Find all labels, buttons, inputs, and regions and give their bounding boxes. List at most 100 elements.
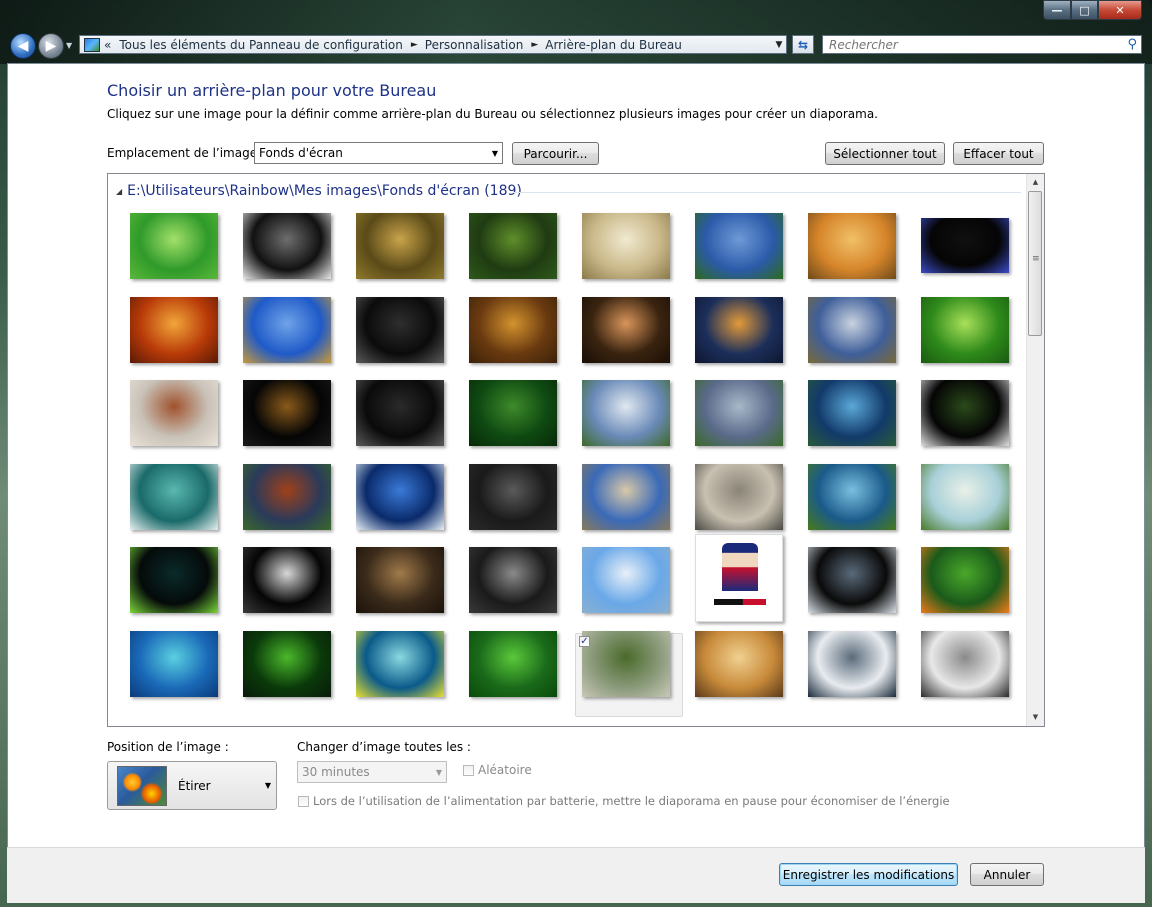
wallpaper-thumbnail-sunset-field[interactable]: [695, 630, 783, 697]
page-title: Choisir un arrière-plan pour votre Burea…: [107, 81, 437, 100]
search-box[interactable]: ⚲: [822, 35, 1142, 54]
wallpaper-thumbnail-dark-speakers[interactable]: [356, 296, 444, 363]
refresh-icon: ⇆: [797, 37, 809, 52]
wallpaper-thumbnail-house-on-hill[interactable]: [808, 463, 896, 530]
wallpaper-thumbnail-windows-frame-dark[interactable]: [808, 547, 896, 613]
select-all-button[interactable]: Sélectionner tout: [825, 142, 945, 165]
wallpaper-thumbnail-battle-scene[interactable]: [356, 547, 444, 613]
search-icon[interactable]: ⚲: [1127, 37, 1137, 52]
wallpaper-thumbnail-light-figure[interactable]: [243, 213, 331, 279]
control-panel-icon: [84, 37, 100, 52]
wallpaper-thumbnail-audio-jungle[interactable]: [356, 380, 444, 446]
wallpaper-thumbnail-birch-forest[interactable]: [582, 213, 670, 279]
wallpaper-thumbnail-yosemite-valley[interactable]: [695, 380, 783, 446]
wallpaper-thumbnail-cloudy-road[interactable]: [808, 296, 896, 363]
wallpaper-thumbnail-hazy-city[interactable]: [695, 463, 783, 530]
wallpaper-thumbnail-desert-plain[interactable]: [582, 463, 670, 530]
forward-arrow-icon: ▶: [45, 38, 57, 54]
refresh-button[interactable]: ⇆: [792, 35, 814, 54]
breadcrumb-all-items[interactable]: Tous les éléments du Panneau de configur…: [119, 38, 411, 52]
folder-path: E:\Utilisateurs\Rainbow\Mes images\Fonds…: [127, 183, 522, 199]
forward-button[interactable]: ▶: [38, 33, 64, 59]
wallpaper-thumbnail-jungle-giraffe[interactable]: [243, 380, 331, 446]
wallpaper-thumbnail-barn-field[interactable]: [695, 213, 783, 279]
cancel-button[interactable]: Annuler: [970, 863, 1044, 886]
save-button[interactable]: Enregistrer les modifications: [779, 863, 958, 886]
wallpaper-thumbnail-wheat-sunset[interactable]: [808, 213, 896, 279]
wallpaper-thumbnail-soldier-helmet[interactable]: [469, 547, 557, 613]
thumbnail-checkbox[interactable]: ✓: [579, 636, 590, 647]
shuffle-checkbox[interactable]: [463, 765, 474, 776]
wallpaper-thumbnail-jungle-canopy[interactable]: [469, 380, 557, 446]
wallpaper-thumbnail-autumn-forest-path[interactable]: [356, 213, 444, 279]
scroll-up-icon[interactable]: ▲: [1027, 174, 1044, 191]
collapse-triangle-icon[interactable]: ◢: [116, 187, 122, 196]
page-description: Cliquez sur une image pour la définir co…: [107, 107, 878, 121]
chevron-down-icon: ▼: [491, 148, 499, 158]
wallpaper-thumbnail-snowy-mountains[interactable]: [582, 547, 670, 613]
wallpaper-thumbnail-autumn-trees[interactable]: [469, 296, 557, 363]
address-bar[interactable]: « Tous les éléments du Panneau de config…: [79, 35, 787, 54]
breadcrumb-separator[interactable]: ►: [411, 40, 425, 50]
wallpaper-thumbnail-boat-teal-water[interactable]: [130, 463, 218, 530]
wallpaper-thumbnail-field-blue-sky[interactable]: [243, 296, 331, 363]
maximize-button[interactable]: □: [1071, 0, 1098, 20]
back-button[interactable]: ◀: [10, 33, 36, 59]
wallpaper-thumbnail-sports-car[interactable]: [243, 547, 331, 613]
breadcrumb-overflow[interactable]: «: [104, 38, 119, 52]
wallpaper-thumbnail-white-wolf[interactable]: [921, 630, 1009, 697]
position-preview-image: [117, 765, 167, 806]
wallpaper-thumbnail-green-leaf[interactable]: [921, 296, 1009, 363]
wallpaper-thumbnail-forest-stream[interactable]: [469, 213, 557, 279]
location-label: Emplacement de l’image :: [107, 146, 265, 160]
wallpaper-thumbnail-red-soil-field[interactable]: [243, 463, 331, 530]
folder-group-header[interactable]: ◢ E:\Utilisateurs\Rainbow\Mes images\Fon…: [116, 183, 522, 199]
battery-pause-checkbox[interactable]: [298, 796, 309, 807]
wallpaper-thumbnail-fiery-cliff[interactable]: [130, 296, 218, 363]
wallpaper-thumbnail-ball-field[interactable]: [921, 380, 1009, 446]
interval-label: Changer d’image toutes les :: [297, 740, 471, 754]
wallpaper-thumbnail-uncle-sam[interactable]: [695, 534, 783, 622]
scrollbar-thumb[interactable]: [1028, 191, 1042, 336]
location-select[interactable]: Fonds d'écran ▼: [254, 142, 503, 164]
wallpaper-thumbnail-abandoned-cottage[interactable]: [582, 630, 670, 697]
close-button[interactable]: ✕: [1098, 0, 1142, 20]
wallpaper-thumbnail-silhouette-plants[interactable]: [582, 296, 670, 363]
minimize-button[interactable]: —: [1043, 0, 1071, 20]
wallpaper-thumbnail-blue-flower-dark[interactable]: [921, 218, 1009, 273]
breadcrumb-personalization[interactable]: Personnalisation: [425, 38, 532, 52]
wallpaper-thumbnail-aqua-light-rays[interactable]: [130, 630, 218, 697]
window-controls: — □ ✕: [1043, 0, 1142, 20]
wallpaper-thumbnail-windows-frame-light[interactable]: [808, 630, 896, 697]
recent-pages-dropdown[interactable]: ▼: [66, 41, 72, 50]
search-input[interactable]: [823, 36, 1121, 53]
interval-select[interactable]: 30 minutes ▼: [297, 761, 447, 783]
uncle-sam-figure: [722, 543, 758, 591]
wallpaper-thumbnail-tree-blue-lake[interactable]: [808, 380, 896, 446]
breadcrumb-separator[interactable]: ►: [531, 40, 545, 50]
wallpaper-thumbnail-mountain-valley[interactable]: [582, 380, 670, 446]
poster-caption-bar: [714, 599, 766, 605]
wallpaper-thumbnail-mountain-lake-reflection[interactable]: [356, 463, 444, 530]
wallpaper-thumbnail-dark-city[interactable]: [469, 463, 557, 530]
wallpaper-thumbnail-lake-sunset[interactable]: [695, 296, 783, 363]
gallery-scrollbar[interactable]: ▲ ▼: [1026, 174, 1044, 726]
wallpaper-thumbnail-old-house-grass[interactable]: [921, 463, 1009, 530]
address-dropdown-icon[interactable]: ▼: [772, 40, 786, 50]
breadcrumb-desktop-background[interactable]: Arrière-plan du Bureau: [545, 38, 690, 52]
position-select[interactable]: Étirer ▼: [107, 761, 277, 810]
chevron-down-icon: ▼: [264, 781, 271, 790]
wallpaper-thumbnail-leaf-water-drops[interactable]: [243, 630, 331, 697]
scroll-down-icon[interactable]: ▼: [1027, 709, 1044, 726]
wallpaper-thumbnail-vista-aurora[interactable]: [356, 630, 444, 697]
wallpaper-thumbnail-green-emblem[interactable]: [130, 213, 218, 279]
back-arrow-icon: ◀: [17, 38, 29, 54]
clear-all-button[interactable]: Effacer tout: [953, 142, 1044, 165]
wallpaper-thumbnail-misty-autumn-road[interactable]: [130, 380, 218, 446]
wallpaper-thumbnail-green-grass[interactable]: [469, 630, 557, 697]
shuffle-label: Aléatoire: [478, 763, 532, 777]
location-value: Fonds d'écran: [259, 146, 343, 160]
browse-button[interactable]: Parcourir...: [512, 142, 599, 165]
wallpaper-thumbnail-clownfish-anemone[interactable]: [921, 547, 1009, 613]
wallpaper-thumbnail-green-apple-logo[interactable]: [130, 547, 218, 613]
